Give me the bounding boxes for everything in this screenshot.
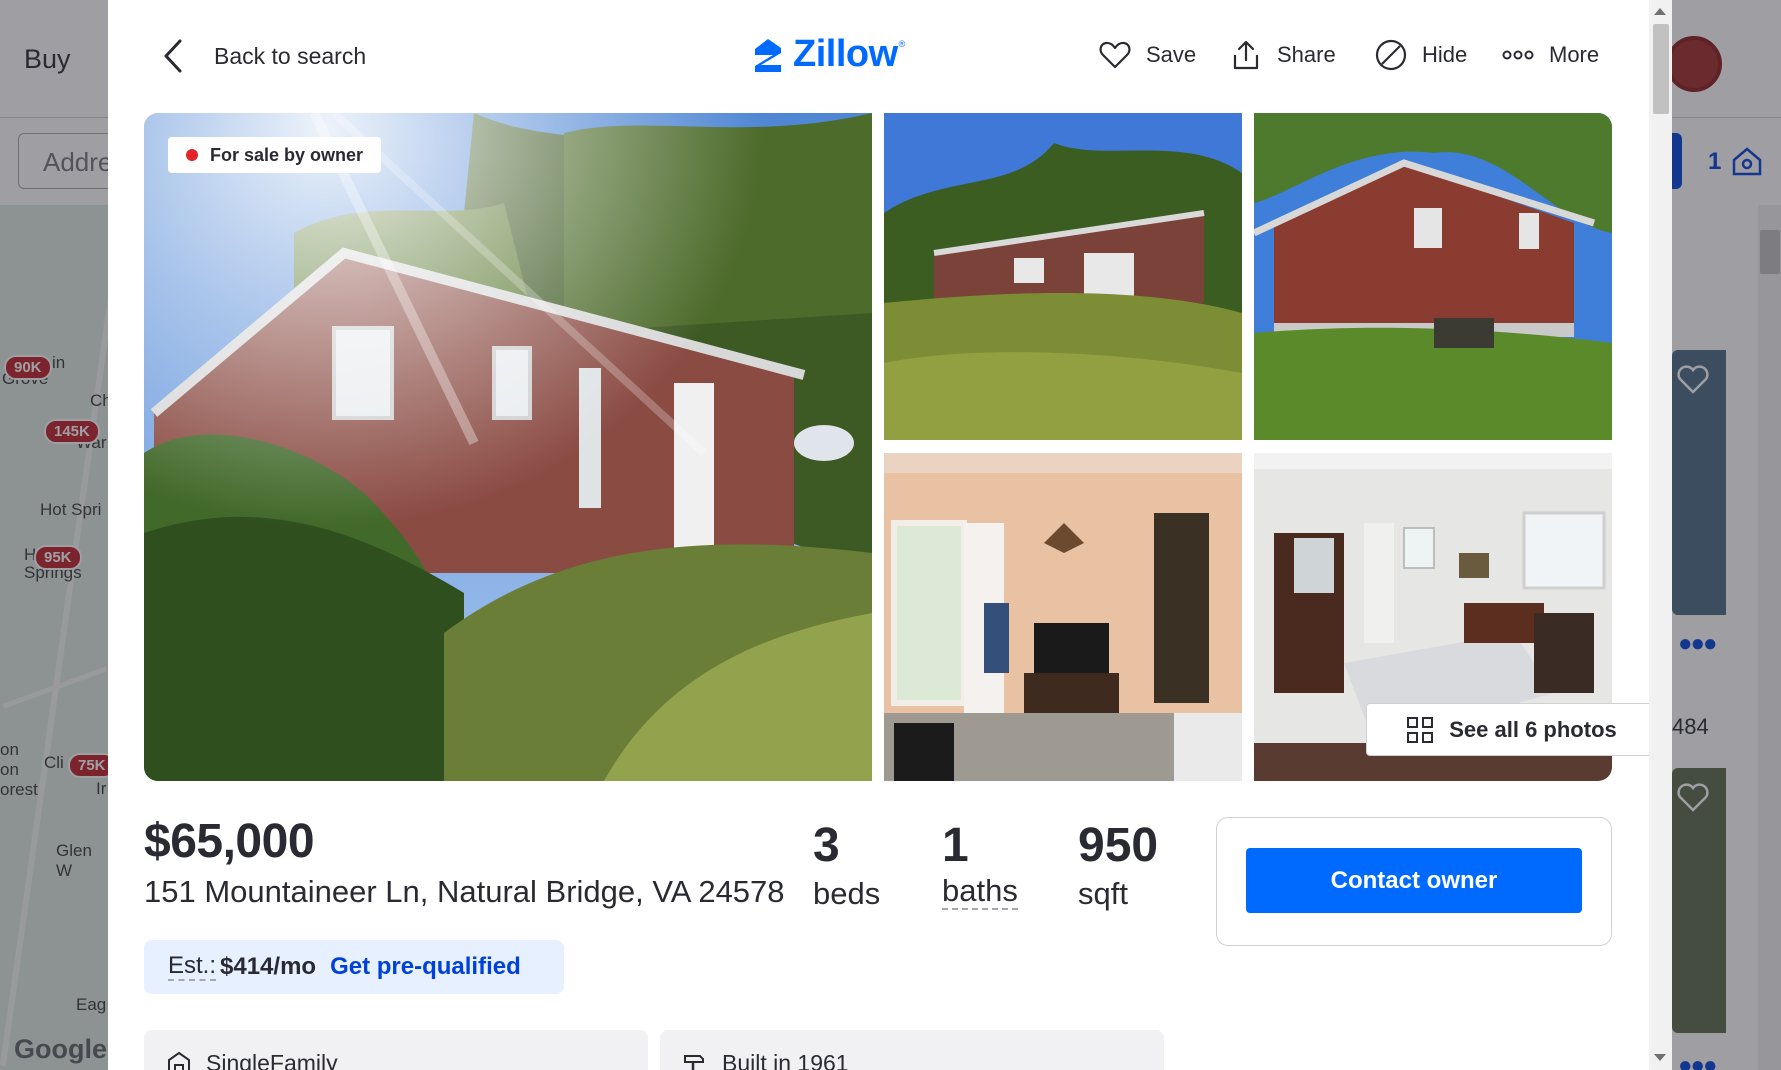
contact-card: Contact owner — [1216, 817, 1612, 946]
listing-address: 151 Mountaineer Ln, Natural Bridge, VA 2… — [144, 874, 785, 909]
fact-home-type: SingleFamily — [144, 1030, 648, 1070]
baths-stat[interactable]: 1 baths — [942, 818, 1018, 910]
zillow-logo[interactable]: Zillow ® — [749, 33, 905, 76]
save-button[interactable]: Save — [1098, 36, 1196, 74]
save-label: Save — [1146, 42, 1197, 67]
get-pre-qualified-link[interactable]: Get pre-qualified — [330, 953, 521, 981]
scroll-up-arrow[interactable] — [1654, 8, 1666, 15]
beds-stat: 3 beds — [813, 818, 880, 914]
baths-label[interactable]: baths — [942, 874, 1018, 910]
chevron-left-icon — [164, 39, 182, 73]
fact-year-built: Built in 1961 — [660, 1030, 1164, 1070]
estimate-label[interactable]: Est.: — [168, 953, 217, 981]
listing-modal: Back to search Zillow ® Save Share Hide … — [108, 0, 1672, 1070]
hide-icon — [1375, 39, 1407, 71]
heart-icon — [1099, 41, 1131, 69]
photo-gallery: For sale by owner — [144, 113, 1612, 781]
sqft-label: sqft — [1078, 876, 1128, 911]
grid-icon — [1407, 716, 1434, 743]
photo-exterior-front[interactable] — [884, 113, 1242, 440]
zillow-logo-icon — [755, 38, 781, 72]
home-type-label: SingleFamily — [206, 1050, 338, 1070]
more-button[interactable]: More — [1501, 36, 1599, 74]
registered-mark: ® — [898, 39, 906, 49]
share-icon — [1233, 40, 1259, 70]
for-sale-by-owner-label: For sale by owner — [210, 144, 364, 165]
beds-value: 3 — [813, 819, 840, 872]
modal-scrollbar[interactable] — [1649, 0, 1672, 1070]
estimated-payment-box: Est.: $414/mo Get pre-qualified — [144, 940, 564, 994]
share-label: Share — [1277, 42, 1336, 67]
see-all-photos-button[interactable]: See all 6 photos — [1366, 703, 1656, 756]
hide-button[interactable]: Hide — [1374, 36, 1467, 74]
sqft-stat: 950 sqft — [1078, 818, 1158, 914]
back-to-search-button[interactable]: Back to search — [160, 34, 366, 78]
zillow-logo-text: Zillow — [793, 33, 898, 75]
scroll-down-arrow[interactable] — [1654, 1054, 1666, 1061]
modal-scrollbar-thumb[interactable] — [1653, 24, 1669, 114]
see-all-photos-label: See all 6 photos — [1449, 716, 1617, 742]
baths-value: 1 — [942, 819, 969, 872]
back-to-search-label: Back to search — [214, 42, 367, 69]
year-built-label: Built in 1961 — [722, 1050, 849, 1070]
sqft-value: 950 — [1078, 819, 1159, 872]
hammer-icon — [684, 1055, 704, 1070]
contact-owner-button[interactable]: Contact owner — [1246, 848, 1582, 913]
estimate-value: $414/mo — [220, 953, 317, 980]
for-sale-by-owner-badge: For sale by owner — [168, 137, 382, 173]
modal-topbar: Back to search Zillow ® Save Share Hide … — [108, 0, 1649, 110]
home-type-icon — [168, 1051, 190, 1070]
more-label: More — [1549, 42, 1600, 67]
more-dots-icon — [1502, 50, 1534, 60]
listing-price: $65,000 — [144, 815, 315, 868]
share-button[interactable]: Share — [1229, 36, 1336, 74]
main-photo-exterior[interactable]: For sale by owner — [144, 113, 872, 781]
status-dot — [186, 149, 198, 161]
hide-label: Hide — [1422, 42, 1468, 67]
photo-exterior-side[interactable] — [1254, 113, 1612, 440]
photo-living-room[interactable] — [884, 453, 1242, 781]
beds-label: beds — [813, 876, 881, 911]
